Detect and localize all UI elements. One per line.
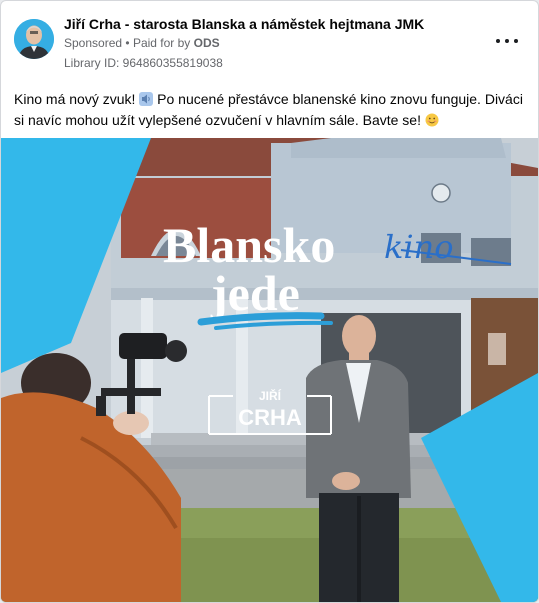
advertiser-name[interactable]: Jiří Crha - starosta Blanska a náměstek …: [64, 16, 424, 32]
post-text: Kino má nový zvuk! Po nucené přestávce b…: [14, 89, 529, 131]
paid-by-prefix: Paid for by: [132, 36, 191, 50]
candidate-first-name: JIŘÍ: [259, 388, 282, 403]
ad-meta: Sponsored • Paid for by ODS: [64, 36, 220, 50]
meta-separator: •: [125, 36, 130, 50]
candidate-last-name: CRHA: [238, 405, 302, 430]
ad-card: Jiří Crha - starosta Blanska a náměstek …: [0, 0, 539, 603]
smiling-face-icon: [425, 112, 439, 127]
cinema-sign: kino: [384, 228, 454, 266]
paid-by-name[interactable]: ODS: [194, 36, 220, 50]
post-text-part1: Kino má nový zvuk!: [14, 91, 140, 107]
sponsored-label: Sponsored: [64, 36, 123, 50]
ad-image[interactable]: Blansko jede kino JIŘÍ CRHA: [1, 138, 538, 602]
speaker-icon: [139, 91, 154, 106]
library-id: Library ID: 964860355819038: [64, 56, 223, 70]
advertiser-avatar[interactable]: [14, 19, 54, 59]
more-options-icon[interactable]: [494, 31, 520, 51]
